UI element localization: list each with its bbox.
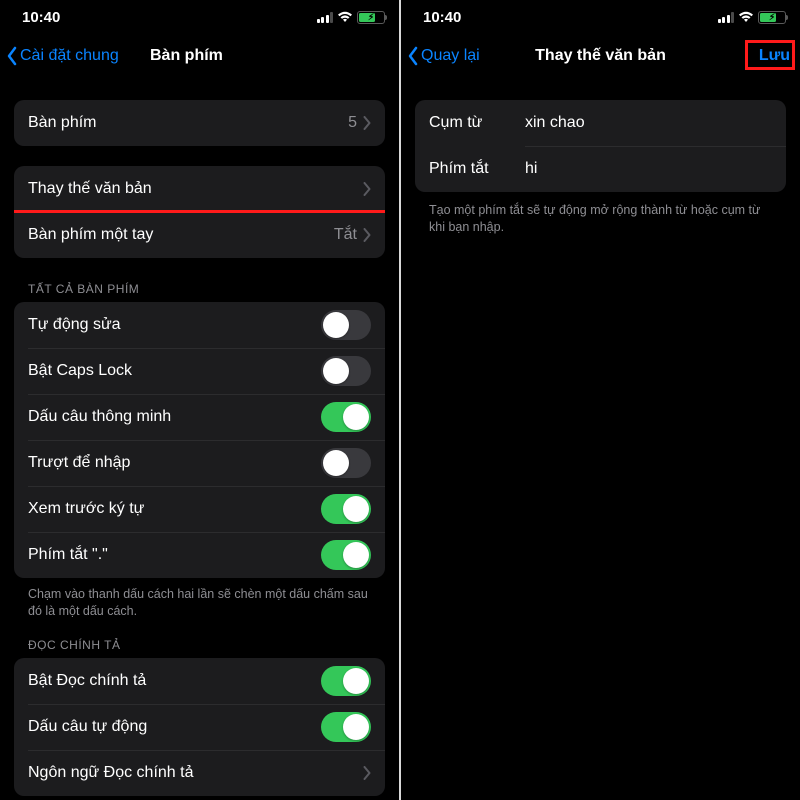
row-char-preview[interactable]: Xem trước ký tự	[14, 486, 385, 532]
back-button[interactable]: Quay lại	[407, 46, 480, 66]
row-smart-punct[interactable]: Dấu câu thông minh	[14, 394, 385, 440]
row-label: Bàn phím	[28, 114, 348, 132]
toggle-auto-correct[interactable]	[321, 310, 371, 340]
row-auto-correct[interactable]: Tự động sửa	[14, 302, 385, 348]
row-label: Trượt để nhập	[28, 454, 321, 472]
row-label: Bật Caps Lock	[28, 362, 321, 380]
right-screen: 10:40 ⚡︎ Quay lại Thay thế văn bản Lưu	[399, 0, 800, 800]
wifi-icon	[337, 11, 353, 23]
row-phrase[interactable]: Cụm từ xin chao	[415, 100, 786, 146]
chevron-right-icon	[363, 228, 371, 242]
status-bar: 10:40 ⚡︎	[401, 0, 800, 34]
chevron-right-icon	[363, 182, 371, 196]
row-shortcut[interactable]: Phím tắt hi	[415, 146, 786, 192]
status-icons: ⚡︎	[718, 11, 787, 24]
row-label: Phím tắt "."	[28, 546, 321, 564]
row-label: Dấu câu tự động	[28, 718, 321, 736]
back-label: Quay lại	[421, 47, 480, 65]
left-screen: 10:40 ⚡︎ Cài đặt chung Bàn phím Bàn phím…	[0, 0, 399, 800]
chevron-left-icon	[407, 46, 419, 66]
row-slide-type[interactable]: Trượt để nhập	[14, 440, 385, 486]
group-keyboards: Bàn phím 5	[14, 100, 385, 146]
row-caps-lock[interactable]: Bật Caps Lock	[14, 348, 385, 394]
status-time: 10:40	[22, 9, 60, 26]
status-icons: ⚡︎	[317, 11, 386, 24]
toggle-char-preview[interactable]	[321, 494, 371, 524]
row-dict-language[interactable]: Ngôn ngữ Đọc chính tả	[14, 750, 385, 796]
status-time: 10:40	[423, 9, 461, 26]
row-keyboards[interactable]: Bàn phím 5	[14, 100, 385, 146]
row-period-shortcut[interactable]: Phím tắt "."	[14, 532, 385, 578]
row-text-replacement[interactable]: Thay thế văn bản	[14, 166, 385, 212]
group-text-replacement-form: Cụm từ xin chao Phím tắt hi	[415, 100, 786, 192]
row-one-hand-keyboard[interactable]: Bàn phím một tay Tắt	[14, 212, 385, 258]
nav-bar: Quay lại Thay thế văn bản Lưu	[401, 34, 800, 78]
battery-charging-icon: ⚡︎	[357, 11, 385, 24]
cellular-icon	[718, 12, 735, 23]
nav-bar: Cài đặt chung Bàn phím	[0, 34, 399, 78]
row-detail: 5	[348, 114, 357, 132]
row-label: Tự động sửa	[28, 316, 321, 334]
content: Bàn phím 5 Thay thế văn bản Bàn phím một…	[0, 78, 399, 800]
phrase-input[interactable]: xin chao	[525, 114, 772, 132]
toggle-enable-dictation[interactable]	[321, 666, 371, 696]
row-enable-dictation[interactable]: Bật Đọc chính tả	[14, 658, 385, 704]
group-dictation: Bật Đọc chính tả Dấu câu tự động Ngôn ng…	[14, 658, 385, 796]
chevron-right-icon	[363, 766, 371, 780]
shortcut-input[interactable]: hi	[525, 160, 772, 178]
cellular-icon	[317, 12, 334, 23]
row-label: Xem trước ký tự	[28, 500, 321, 518]
battery-charging-icon: ⚡︎	[758, 11, 786, 24]
phrase-label: Cụm từ	[429, 114, 525, 132]
chevron-right-icon	[363, 116, 371, 130]
row-dict-auto-punct[interactable]: Dấu câu tự động	[14, 704, 385, 750]
form-footer: Tạo một phím tắt sẽ tự động mở rộng thàn…	[429, 202, 772, 236]
group-text: Thay thế văn bản Bàn phím một tay Tắt	[14, 166, 385, 258]
wifi-icon	[738, 11, 754, 23]
row-label: Dấu câu thông minh	[28, 408, 321, 426]
group-all-keyboards: Tự động sửa Bật Caps Lock Dấu câu thông …	[14, 302, 385, 578]
toggle-caps-lock[interactable]	[321, 356, 371, 386]
back-button[interactable]: Cài đặt chung	[6, 46, 119, 66]
toggle-dict-auto-punct[interactable]	[321, 712, 371, 742]
section-header-dictation: ĐỌC CHÍNH TẢ	[28, 638, 371, 652]
save-button[interactable]: Lưu	[759, 47, 790, 65]
section-header-all-keyboards: TẤT CẢ BÀN PHÍM	[28, 282, 371, 296]
section-footer-all: Chạm vào thanh dấu cách hai lần sẽ chèn …	[28, 586, 371, 620]
row-label: Ngôn ngữ Đọc chính tả	[28, 764, 363, 782]
toggle-smart-punct[interactable]	[321, 402, 371, 432]
shortcut-label: Phím tắt	[429, 160, 525, 178]
chevron-left-icon	[6, 46, 18, 66]
row-detail: Tắt	[334, 226, 357, 244]
toggle-period-shortcut[interactable]	[321, 540, 371, 570]
row-label: Bàn phím một tay	[28, 226, 334, 244]
toggle-slide-type[interactable]	[321, 448, 371, 478]
row-label: Thay thế văn bản	[28, 180, 363, 198]
status-bar: 10:40 ⚡︎	[0, 0, 399, 34]
row-label: Bật Đọc chính tả	[28, 672, 321, 690]
content: Cụm từ xin chao Phím tắt hi Tạo một phím…	[401, 78, 800, 800]
back-label: Cài đặt chung	[20, 47, 119, 65]
